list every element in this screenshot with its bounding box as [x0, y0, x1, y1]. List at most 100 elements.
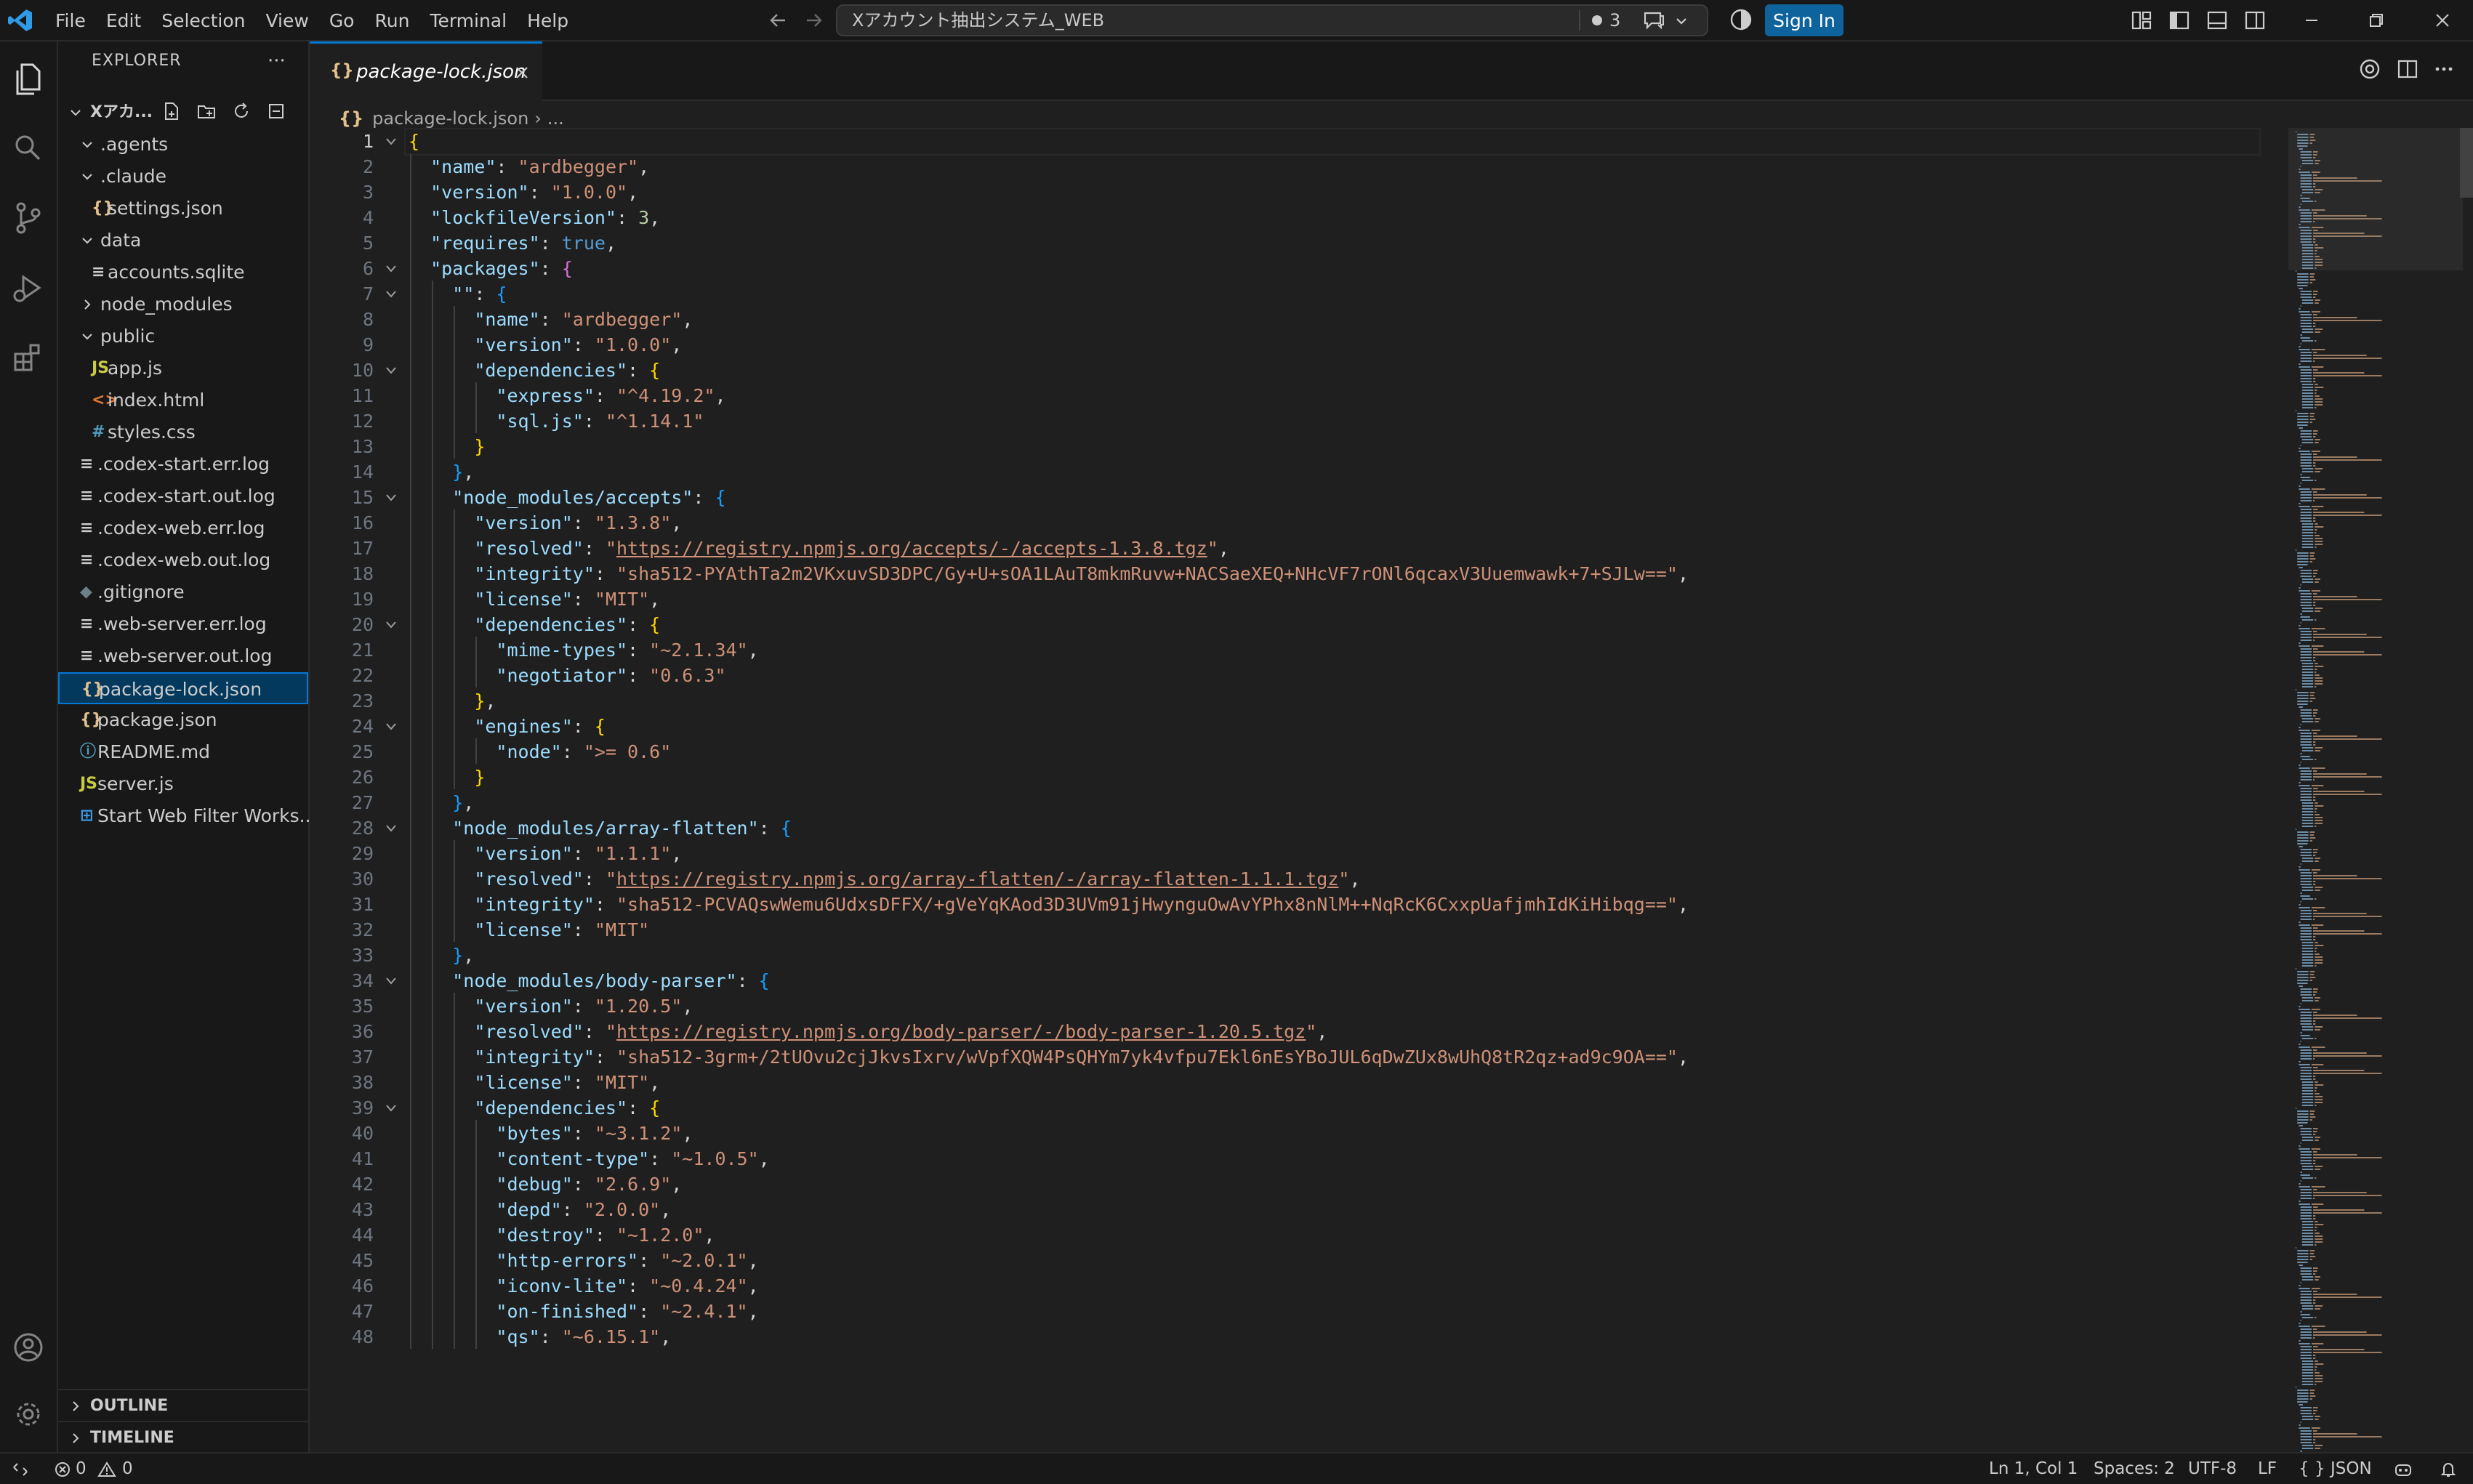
- fold-chevron-icon[interactable]: [385, 823, 397, 834]
- toggle-primary-sidebar-icon[interactable]: [2168, 9, 2191, 32]
- source-control-icon[interactable]: [9, 198, 48, 238]
- tab-package-lock-json[interactable]: {} package-lock.json: [310, 41, 542, 101]
- tree-item[interactable]: .claude: [58, 161, 308, 193]
- minimap-line: [2299, 451, 2310, 452]
- account-icon[interactable]: [9, 1328, 48, 1367]
- tree-item[interactable]: ⊞ Start Web Filter Works...: [58, 800, 317, 832]
- outline-section[interactable]: OUTLINE: [58, 1389, 308, 1421]
- fold-chevron-icon[interactable]: [385, 366, 397, 376]
- cursor-position[interactable]: Ln 1, Col 1: [1989, 1453, 2078, 1484]
- settings-gear-icon[interactable]: [9, 1395, 48, 1434]
- error-icon[interactable]: [54, 1461, 71, 1478]
- breadcrumb-file[interactable]: package-lock.json: [372, 108, 528, 129]
- new-file-icon[interactable]: [161, 101, 182, 121]
- warning-count[interactable]: 0: [122, 1453, 133, 1484]
- tree-item[interactable]: <> index.html: [58, 384, 308, 416]
- code-editor[interactable]: 1 {2 "name": "ardbegger", 3 "version": "1.…: [310, 128, 2287, 1452]
- minimap-line: [2300, 927, 2312, 929]
- warning-icon[interactable]: [97, 1461, 116, 1478]
- tree-item[interactable]: .agents: [58, 129, 308, 161]
- explorer-icon[interactable]: [9, 59, 48, 98]
- run-debug-icon[interactable]: [9, 268, 48, 307]
- tree-item[interactable]: {} package-lock.json: [58, 672, 308, 704]
- fold-chevron-icon[interactable]: [385, 976, 397, 986]
- menu-help[interactable]: Help: [518, 6, 577, 36]
- tree-item[interactable]: ≡ accounts.sqlite: [58, 257, 308, 289]
- tree-item[interactable]: ≡ .codex-web.out.log: [58, 544, 308, 576]
- minimap[interactable]: [2288, 128, 2463, 1452]
- sign-in-button[interactable]: Sign In: [1765, 4, 1843, 36]
- vertical-scrollbar[interactable]: [2460, 128, 2473, 198]
- menu-run[interactable]: Run: [366, 6, 418, 36]
- indentation[interactable]: Spaces: 2: [2094, 1453, 2175, 1484]
- forward-arrow-icon[interactable]: [803, 9, 826, 32]
- toggle-panel-icon[interactable]: [2205, 9, 2229, 32]
- minimize-icon[interactable]: [2300, 9, 2323, 32]
- fold-chevron-icon[interactable]: [385, 264, 397, 274]
- tree-item[interactable]: {} package.json: [58, 704, 308, 736]
- fold-chevron-icon[interactable]: [385, 620, 397, 630]
- tree-item[interactable]: ≡ .codex-start.out.log: [58, 480, 308, 512]
- fold-chevron-icon[interactable]: [385, 137, 397, 147]
- menu-edit[interactable]: Edit: [97, 6, 150, 36]
- chevron-down-icon[interactable]: [1673, 13, 1689, 29]
- more-actions-icon[interactable]: [2432, 57, 2456, 81]
- minimap-viewport[interactable]: [2288, 128, 2463, 270]
- command-center[interactable]: Xアカウント抽出システム_WEB 3: [836, 4, 1708, 36]
- tree-item[interactable]: public: [58, 320, 308, 352]
- language-mode[interactable]: JSON: [2331, 1453, 2372, 1484]
- maximize-icon[interactable]: [2364, 9, 2387, 32]
- collapse-all-icon[interactable]: [266, 101, 286, 121]
- tree-item[interactable]: JS app.js: [58, 352, 308, 384]
- error-count[interactable]: 0: [76, 1453, 87, 1484]
- minimap-line: [2315, 468, 2323, 469]
- tree-item[interactable]: ≡ .codex-web.err.log: [58, 512, 308, 544]
- encoding[interactable]: UTF-8: [2188, 1453, 2237, 1484]
- end-of-line[interactable]: LF: [2258, 1453, 2277, 1484]
- tree-item[interactable]: data: [58, 225, 308, 257]
- explorer-more-button[interactable]: ···: [268, 50, 286, 72]
- new-folder-icon[interactable]: [196, 101, 217, 121]
- back-arrow-icon[interactable]: [766, 9, 789, 32]
- breadcrumb-symbol[interactable]: ...: [547, 108, 564, 129]
- fold-chevron-icon[interactable]: [385, 493, 397, 503]
- refresh-icon[interactable]: [231, 101, 252, 121]
- minimap-line: [2315, 1360, 2318, 1362]
- timeline-section[interactable]: TIMELINE: [58, 1421, 308, 1453]
- menu-go[interactable]: Go: [321, 6, 363, 36]
- minimap-line: [2300, 788, 2312, 789]
- chat-icon[interactable]: [1643, 10, 1665, 31]
- copilot-chat-icon[interactable]: [2358, 57, 2381, 81]
- close-tab-icon[interactable]: [515, 65, 529, 80]
- tree-item[interactable]: JS server.js: [58, 768, 308, 800]
- tree-item[interactable]: {} settings.json: [58, 193, 308, 225]
- indent-guide: [432, 1298, 434, 1323]
- tree-item[interactable]: # styles.css: [58, 416, 308, 448]
- extensions-icon[interactable]: [9, 338, 48, 377]
- split-editor-icon[interactable]: [2396, 57, 2419, 81]
- tree-item[interactable]: ◆ .gitignore: [58, 576, 308, 608]
- customize-layout-icon[interactable]: [2130, 9, 2153, 32]
- menu-view[interactable]: View: [257, 6, 317, 36]
- toggle-secondary-sidebar-icon[interactable]: [2243, 9, 2267, 32]
- copilot-icon[interactable]: [1729, 7, 1753, 32]
- line-number: 6: [362, 258, 374, 279]
- copilot-status-icon[interactable]: [2393, 1459, 2413, 1480]
- tree-item[interactable]: node_modules: [58, 289, 308, 320]
- tree-item[interactable]: ≡ .web-server.err.log: [58, 608, 308, 640]
- fold-chevron-icon[interactable]: [385, 1103, 397, 1113]
- search-icon[interactable]: [9, 129, 48, 168]
- menu-file[interactable]: File: [47, 6, 95, 36]
- close-window-icon[interactable]: [2431, 9, 2454, 32]
- fold-chevron-icon[interactable]: [385, 722, 397, 732]
- tree-item[interactable]: ⓘ README.md: [58, 736, 308, 768]
- minimap-line: [2309, 1110, 2315, 1112]
- tree-item-label: .web-server.err.log: [97, 613, 267, 634]
- tree-item[interactable]: ≡ .web-server.out.log: [58, 640, 308, 672]
- menu-terminal[interactable]: Terminal: [421, 6, 515, 36]
- remote-icon[interactable]: [12, 1461, 29, 1478]
- notifications-bell-icon[interactable]: [2438, 1459, 2458, 1480]
- menu-selection[interactable]: Selection: [153, 6, 254, 36]
- fold-chevron-icon[interactable]: [385, 289, 397, 299]
- tree-item[interactable]: ≡ .codex-start.err.log: [58, 448, 308, 480]
